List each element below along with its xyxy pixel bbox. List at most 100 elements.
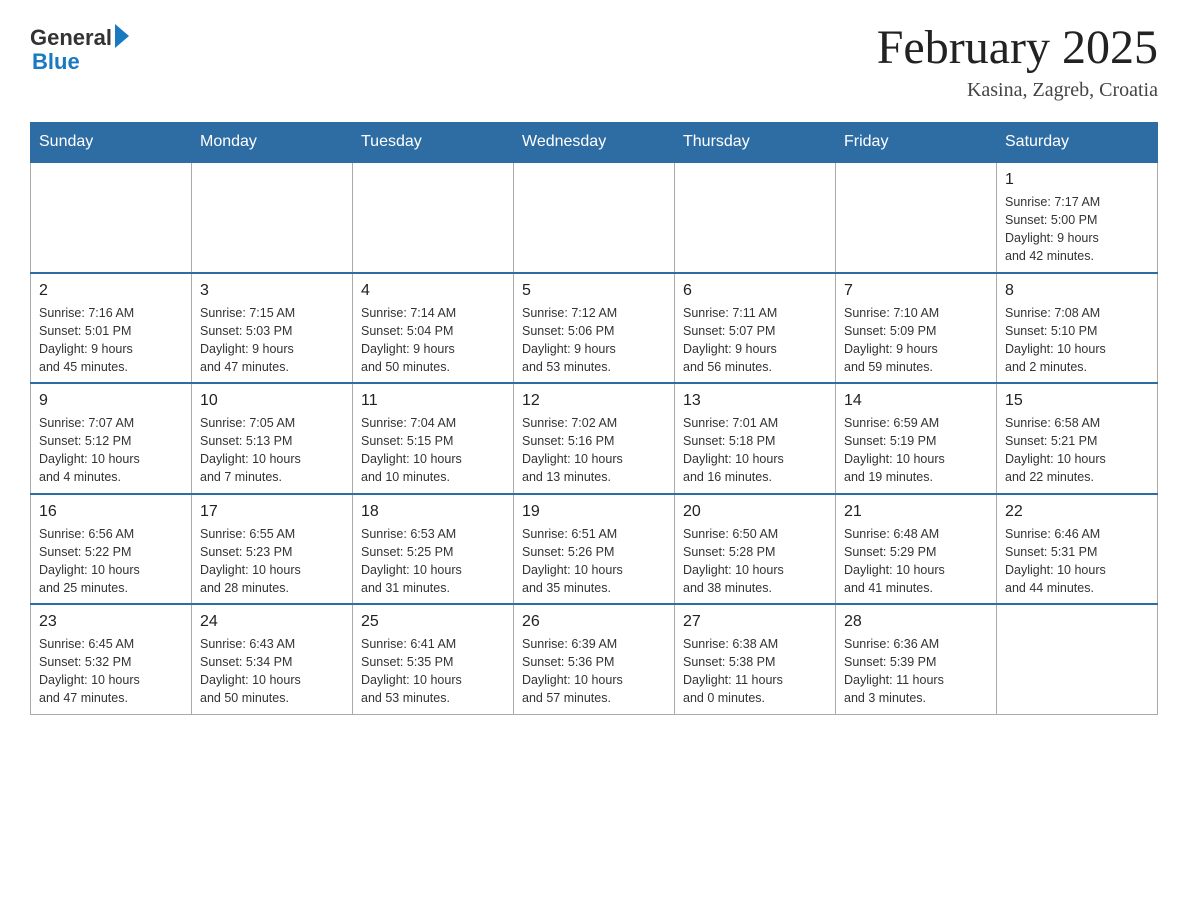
weekday-header-sunday: Sunday xyxy=(31,123,192,163)
page-header: General Blue February 2025 Kasina, Zagre… xyxy=(30,20,1158,102)
day-number: 19 xyxy=(522,503,666,521)
logo-blue-text: Blue xyxy=(30,49,80,75)
calendar-day-cell: 4 Sunrise: 7:14 AMSunset: 5:04 PMDaylight… xyxy=(353,273,514,384)
title-section: February 2025 Kasina, Zagreb, Croatia xyxy=(877,20,1158,102)
logo-general-text: General xyxy=(30,25,112,51)
weekday-header-wednesday: Wednesday xyxy=(514,123,675,163)
day-info: Sunrise: 7:01 AMSunset: 5:18 PMDaylight:… xyxy=(683,414,827,487)
day-number: 3 xyxy=(200,282,344,300)
day-info: Sunrise: 6:59 AMSunset: 5:19 PMDaylight:… xyxy=(844,414,988,487)
calendar-day-cell: 15 Sunrise: 6:58 AMSunset: 5:21 PMDayligh… xyxy=(997,383,1158,494)
day-number: 16 xyxy=(39,503,183,521)
day-number: 20 xyxy=(683,503,827,521)
day-info: Sunrise: 7:15 AMSunset: 5:03 PMDaylight:… xyxy=(200,304,344,377)
calendar-header-row: SundayMondayTuesdayWednesdayThursdayFrid… xyxy=(31,123,1158,163)
day-info: Sunrise: 7:11 AMSunset: 5:07 PMDaylight:… xyxy=(683,304,827,377)
calendar-day-cell xyxy=(836,162,997,273)
day-number: 18 xyxy=(361,503,505,521)
day-info: Sunrise: 7:14 AMSunset: 5:04 PMDaylight:… xyxy=(361,304,505,377)
day-info: Sunrise: 6:41 AMSunset: 5:35 PMDaylight:… xyxy=(361,635,505,708)
calendar-day-cell: 1 Sunrise: 7:17 AMSunset: 5:00 PMDaylight… xyxy=(997,162,1158,273)
day-info: Sunrise: 7:08 AMSunset: 5:10 PMDaylight:… xyxy=(1005,304,1149,377)
month-title: February 2025 xyxy=(877,20,1158,75)
day-number: 12 xyxy=(522,392,666,410)
day-info: Sunrise: 6:53 AMSunset: 5:25 PMDaylight:… xyxy=(361,525,505,598)
calendar-day-cell: 25 Sunrise: 6:41 AMSunset: 5:35 PMDayligh… xyxy=(353,604,514,714)
calendar-day-cell xyxy=(675,162,836,273)
calendar-day-cell xyxy=(31,162,192,273)
calendar-day-cell: 10 Sunrise: 7:05 AMSunset: 5:13 PMDayligh… xyxy=(192,383,353,494)
day-info: Sunrise: 7:05 AMSunset: 5:13 PMDaylight:… xyxy=(200,414,344,487)
calendar-week-row: 2Sunrise: 7:16 AMSunset: 5:01 PMDaylight… xyxy=(31,273,1158,384)
day-info: Sunrise: 6:38 AMSunset: 5:38 PMDaylight:… xyxy=(683,635,827,708)
day-info: Sunrise: 7:10 AMSunset: 5:09 PMDaylight:… xyxy=(844,304,988,377)
day-number: 14 xyxy=(844,392,988,410)
day-info: Sunrise: 6:55 AMSunset: 5:23 PMDaylight:… xyxy=(200,525,344,598)
calendar-table: SundayMondayTuesdayWednesdayThursdayFrid… xyxy=(30,122,1158,715)
calendar-day-cell: 12 Sunrise: 7:02 AMSunset: 5:16 PMDayligh… xyxy=(514,383,675,494)
day-info: Sunrise: 6:46 AMSunset: 5:31 PMDaylight:… xyxy=(1005,525,1149,598)
day-info: Sunrise: 6:51 AMSunset: 5:26 PMDaylight:… xyxy=(522,525,666,598)
calendar-day-cell xyxy=(997,604,1158,714)
day-number: 15 xyxy=(1005,392,1149,410)
day-info: Sunrise: 7:17 AMSunset: 5:00 PMDaylight:… xyxy=(1005,193,1149,266)
day-number: 26 xyxy=(522,613,666,631)
calendar-day-cell: 13Sunrise: 7:01 AMSunset: 5:18 PMDayligh… xyxy=(675,383,836,494)
calendar-day-cell: 11 Sunrise: 7:04 AMSunset: 5:15 PMDayligh… xyxy=(353,383,514,494)
day-info: Sunrise: 7:02 AMSunset: 5:16 PMDaylight:… xyxy=(522,414,666,487)
day-number: 8 xyxy=(1005,282,1149,300)
day-number: 21 xyxy=(844,503,988,521)
day-number: 28 xyxy=(844,613,988,631)
day-number: 9 xyxy=(39,392,183,410)
day-number: 22 xyxy=(1005,503,1149,521)
weekday-header-saturday: Saturday xyxy=(997,123,1158,163)
day-number: 1 xyxy=(1005,171,1149,189)
calendar-day-cell: 17 Sunrise: 6:55 AMSunset: 5:23 PMDayligh… xyxy=(192,494,353,605)
calendar-day-cell: 16Sunrise: 6:56 AMSunset: 5:22 PMDayligh… xyxy=(31,494,192,605)
calendar-week-row: 9 Sunrise: 7:07 AMSunset: 5:12 PMDaylight… xyxy=(31,383,1158,494)
calendar-day-cell: 24 Sunrise: 6:43 AMSunset: 5:34 PMDayligh… xyxy=(192,604,353,714)
calendar-week-row: 1 Sunrise: 7:17 AMSunset: 5:00 PMDaylight… xyxy=(31,162,1158,273)
weekday-header-monday: Monday xyxy=(192,123,353,163)
day-info: Sunrise: 6:36 AMSunset: 5:39 PMDaylight:… xyxy=(844,635,988,708)
logo: General Blue xyxy=(30,20,129,75)
day-info: Sunrise: 6:45 AMSunset: 5:32 PMDaylight:… xyxy=(39,635,183,708)
day-number: 10 xyxy=(200,392,344,410)
calendar-day-cell: 8 Sunrise: 7:08 AMSunset: 5:10 PMDaylight… xyxy=(997,273,1158,384)
day-info: Sunrise: 6:43 AMSunset: 5:34 PMDaylight:… xyxy=(200,635,344,708)
calendar-day-cell: 7 Sunrise: 7:10 AMSunset: 5:09 PMDaylight… xyxy=(836,273,997,384)
calendar-day-cell: 6 Sunrise: 7:11 AMSunset: 5:07 PMDaylight… xyxy=(675,273,836,384)
calendar-day-cell: 26Sunrise: 6:39 AMSunset: 5:36 PMDayligh… xyxy=(514,604,675,714)
calendar-day-cell: 3 Sunrise: 7:15 AMSunset: 5:03 PMDaylight… xyxy=(192,273,353,384)
calendar-day-cell: 23Sunrise: 6:45 AMSunset: 5:32 PMDayligh… xyxy=(31,604,192,714)
day-info: Sunrise: 7:07 AMSunset: 5:12 PMDaylight:… xyxy=(39,414,183,487)
calendar-day-cell: 22 Sunrise: 6:46 AMSunset: 5:31 PMDayligh… xyxy=(997,494,1158,605)
day-info: Sunrise: 7:04 AMSunset: 5:15 PMDaylight:… xyxy=(361,414,505,487)
day-number: 6 xyxy=(683,282,827,300)
location-text: Kasina, Zagreb, Croatia xyxy=(877,79,1158,102)
calendar-day-cell: 5 Sunrise: 7:12 AMSunset: 5:06 PMDaylight… xyxy=(514,273,675,384)
day-number: 11 xyxy=(361,392,505,410)
calendar-day-cell: 19 Sunrise: 6:51 AMSunset: 5:26 PMDayligh… xyxy=(514,494,675,605)
calendar-day-cell: 21Sunrise: 6:48 AMSunset: 5:29 PMDayligh… xyxy=(836,494,997,605)
calendar-day-cell: 20 Sunrise: 6:50 AMSunset: 5:28 PMDayligh… xyxy=(675,494,836,605)
day-number: 5 xyxy=(522,282,666,300)
day-number: 25 xyxy=(361,613,505,631)
weekday-header-thursday: Thursday xyxy=(675,123,836,163)
day-info: Sunrise: 7:12 AMSunset: 5:06 PMDaylight:… xyxy=(522,304,666,377)
day-info: Sunrise: 6:58 AMSunset: 5:21 PMDaylight:… xyxy=(1005,414,1149,487)
calendar-day-cell: 2Sunrise: 7:16 AMSunset: 5:01 PMDaylight… xyxy=(31,273,192,384)
weekday-header-friday: Friday xyxy=(836,123,997,163)
day-number: 24 xyxy=(200,613,344,631)
day-number: 7 xyxy=(844,282,988,300)
day-number: 27 xyxy=(683,613,827,631)
day-number: 4 xyxy=(361,282,505,300)
logo-arrow-icon xyxy=(115,24,129,48)
calendar-day-cell xyxy=(514,162,675,273)
calendar-week-row: 23Sunrise: 6:45 AMSunset: 5:32 PMDayligh… xyxy=(31,604,1158,714)
calendar-day-cell: 27 Sunrise: 6:38 AMSunset: 5:38 PMDayligh… xyxy=(675,604,836,714)
day-info: Sunrise: 6:50 AMSunset: 5:28 PMDaylight:… xyxy=(683,525,827,598)
day-number: 17 xyxy=(200,503,344,521)
calendar-day-cell: 28 Sunrise: 6:36 AMSunset: 5:39 PMDayligh… xyxy=(836,604,997,714)
calendar-day-cell: 14 Sunrise: 6:59 AMSunset: 5:19 PMDayligh… xyxy=(836,383,997,494)
